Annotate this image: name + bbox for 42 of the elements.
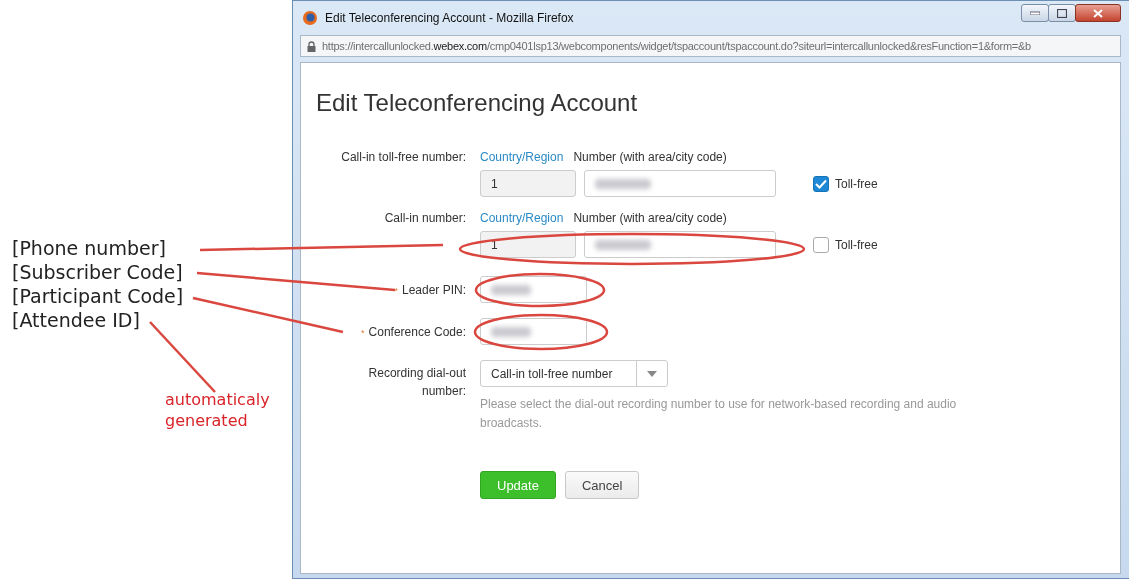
country-region-link[interactable]: Country/Region: [480, 150, 564, 164]
maximize-button[interactable]: [1048, 4, 1076, 22]
lock-icon: [307, 40, 316, 52]
column-heading: Number (with area/city code): [573, 150, 727, 164]
maximize-icon: [1057, 8, 1067, 18]
checkbox-label: Toll-free: [835, 176, 878, 191]
field-label: Call-in number:: [384, 211, 466, 225]
dialog-heading: Edit Teleconferencing Account: [316, 89, 639, 117]
close-button[interactable]: [1075, 4, 1121, 22]
code-field[interactable]: [480, 276, 587, 303]
help-text: Please select the dial-out recording number to use for network-based recording and audio broadcasts.: [480, 396, 958, 432]
annotation-label: [Participant Code]: [12, 284, 184, 308]
field-label: * Conference Code:: [361, 324, 466, 339]
checkbox-label: Toll-free: [835, 237, 878, 252]
address-bar[interactable]: https://intercallunlocked.webex.com/cmp0401lsp13/webcomponents/widget/tspaccount/tspaccount.do?siteurl=intercallunlocked&resFunction=1&form=&b: [300, 35, 1121, 57]
blurred-value: [595, 178, 651, 189]
minimize-icon: [1030, 11, 1040, 15]
phone-number-field[interactable]: [584, 170, 776, 197]
country-region-link[interactable]: Country/Region: [480, 211, 564, 225]
browser-logo-icon: [302, 10, 318, 26]
code-field[interactable]: [480, 318, 587, 345]
toll-free-checkbox[interactable]: [813, 175, 829, 192]
field-label: * Leader PIN:: [394, 282, 466, 297]
url-text: https://intercallunlocked.webex.com/cmp0401lsp13/webcomponents/widget/tspaccount/tspaccount.do?siteurl=intercallunlocked&resFunction=1&form=&b: [322, 40, 1031, 52]
field-label: Recording dial-out number:: [367, 365, 466, 400]
annotation-label: [Phone number]: [12, 236, 166, 260]
window-title: Edit Teleconferencing Account - Mozilla Firefox: [325, 11, 574, 25]
country-code-field[interactable]: 1: [480, 170, 576, 197]
blurred-value: [491, 284, 531, 295]
annotation-label: [Attendee ID]: [12, 308, 140, 332]
blurred-value: [491, 326, 531, 337]
cancel-button[interactable]: Cancel: [564, 471, 640, 499]
column-heading: Number (with area/city code): [573, 211, 727, 225]
phone-number-field[interactable]: [584, 231, 776, 258]
toll-free-checkbox[interactable]: [813, 236, 829, 253]
close-icon: [1093, 8, 1103, 18]
annotation-label: [Subscriber Code]: [12, 260, 183, 284]
blurred-value: [595, 239, 651, 250]
caret-icon: [647, 370, 657, 377]
annotation-note: automaticaly generated: [165, 389, 271, 431]
field-label: Call-in toll-free number:: [341, 150, 466, 164]
recording-number-dropdown[interactable]: Call-in toll-free number: [480, 360, 668, 387]
